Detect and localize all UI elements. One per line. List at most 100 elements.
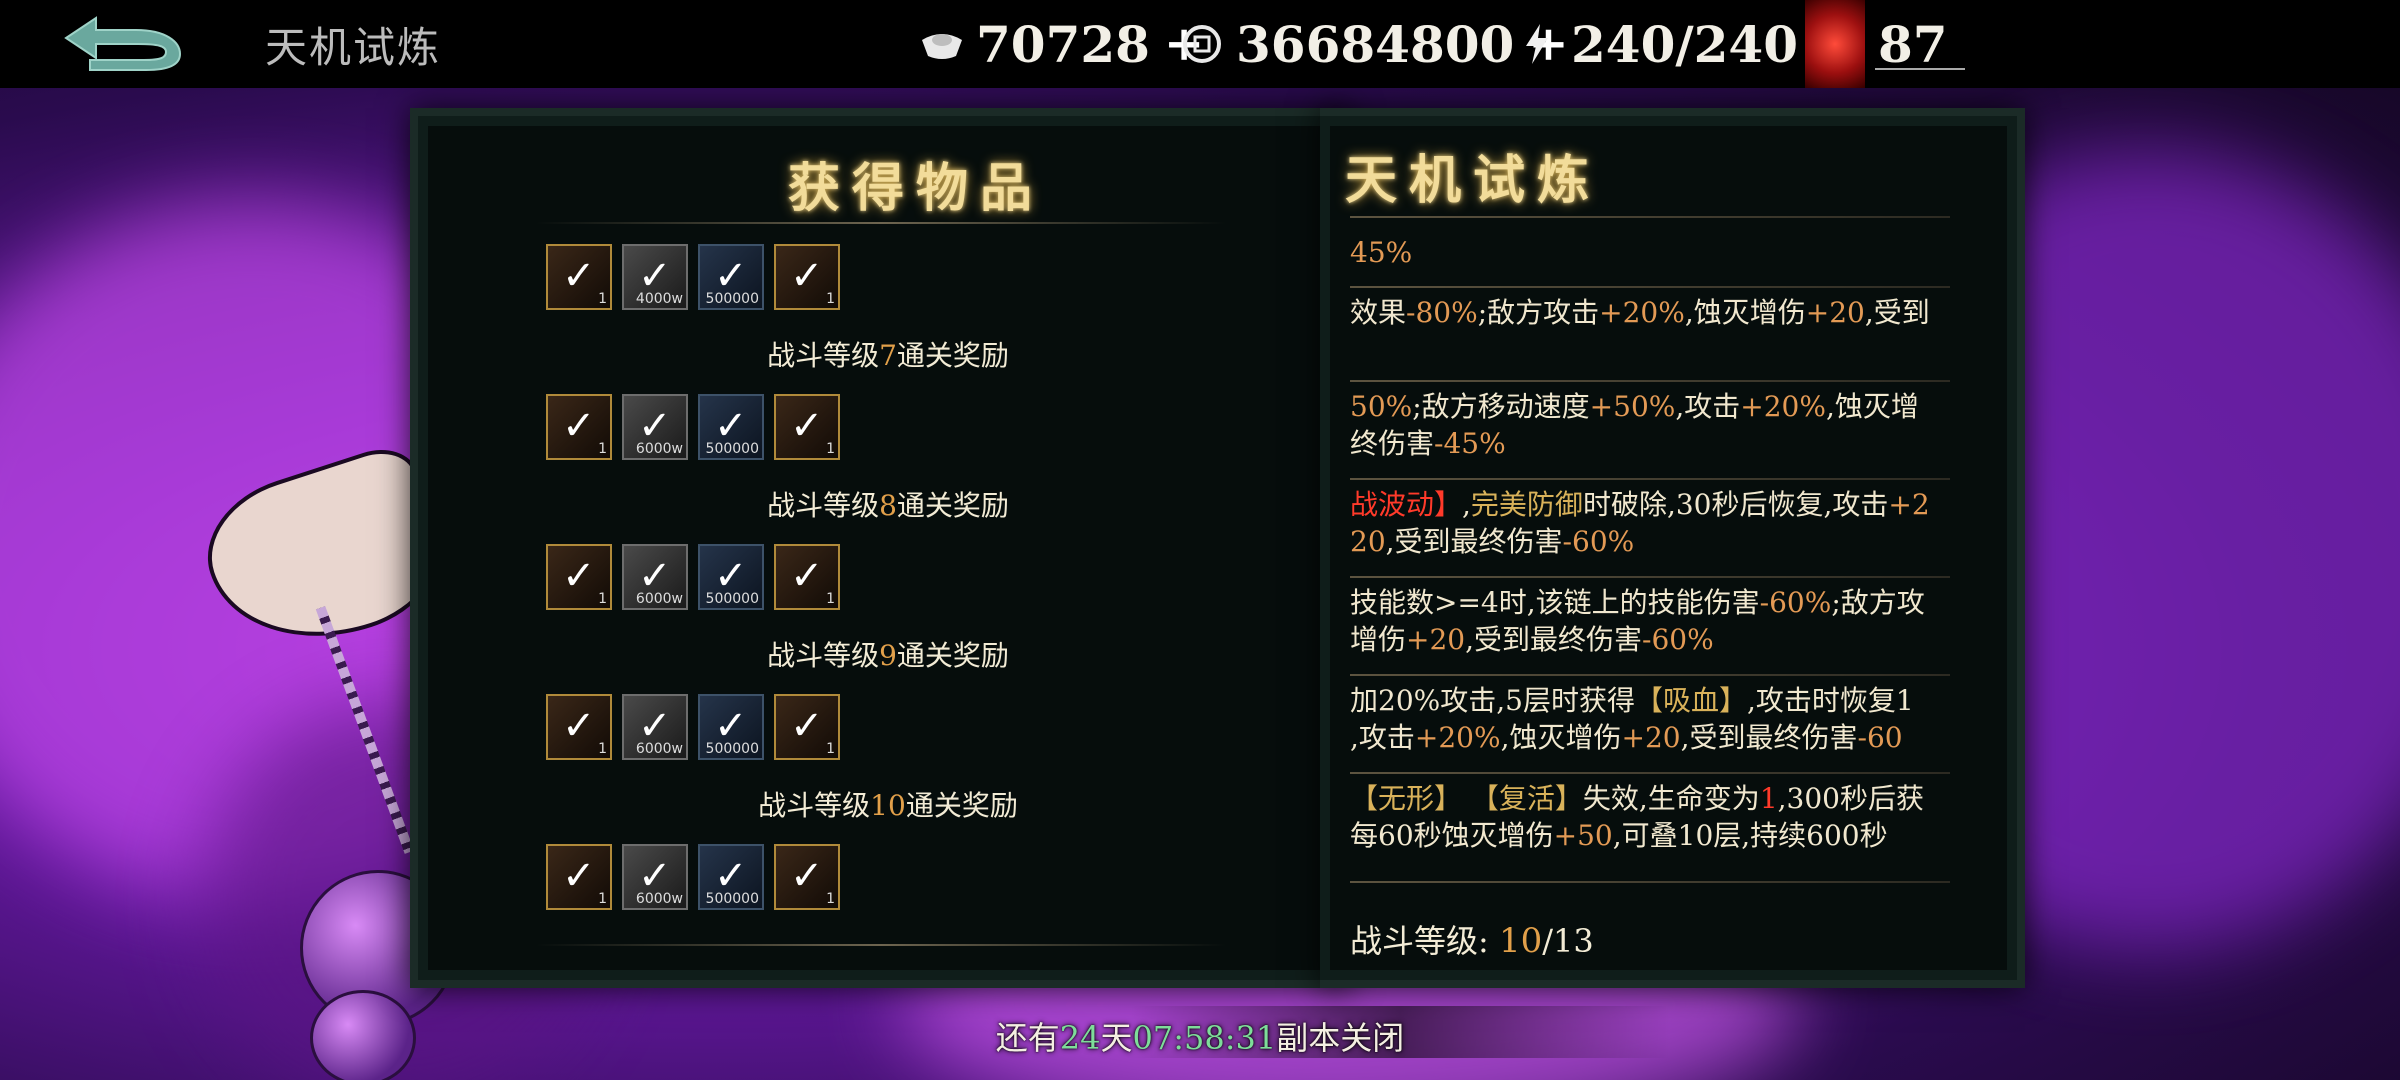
reward-item[interactable]: ✓ 1 <box>546 244 612 310</box>
effect-text: -45% <box>1434 427 1506 460</box>
countdown-pre: 还有 <box>995 1019 1060 1057</box>
effect-text: -60% <box>1642 623 1714 656</box>
trial-effect: 加20%攻击,5层时获得【吸血】,攻击时恢复1 ,攻击+20%,蚀灭增伤+20,受… <box>1350 682 1950 756</box>
reward-item[interactable]: ✓ 6000w <box>622 544 688 610</box>
item-qty: 500000 <box>705 441 759 457</box>
effect-text: 战波动】 <box>1350 488 1463 521</box>
check-icon: ✓ <box>562 553 596 599</box>
effect-text: ;敌方攻 <box>1831 586 1925 619</box>
reward-tier-label: 战斗等级10通关奖励 <box>418 784 1358 824</box>
trial-panel: 天机试炼 45% 效果-80%;敌方攻击+20%,蚀灭增伤+20,受到 50%;敌方… <box>1320 108 2025 988</box>
check-icon: ✓ <box>790 553 824 599</box>
item-qty: 6000w <box>635 891 683 907</box>
effect-text: +20 <box>1406 623 1466 656</box>
reward-item[interactable]: ✓ 6000w <box>622 694 688 760</box>
reward-item[interactable]: ✓ 1 <box>546 844 612 910</box>
label-text: 战斗等级 <box>767 489 880 522</box>
reward-item-row: ✓ 1 ✓ 6000w ✓ 500000 ✓ 1 <box>546 694 840 760</box>
reward-item[interactable]: ✓ 4000w <box>622 244 688 310</box>
battle-level: 战斗等级: 10/13 <box>1350 916 1594 962</box>
label-text: 通关奖励 <box>905 789 1018 822</box>
reward-item-row: ✓ 1 ✓ 6000w ✓ 500000 ✓ 1 <box>546 544 840 610</box>
item-qty: 500000 <box>705 291 759 307</box>
reward-item[interactable]: ✓ 500000 <box>698 694 764 760</box>
reward-item[interactable]: ✓ 500000 <box>698 244 764 310</box>
reward-item-row: ✓ 1 ✓ 6000w ✓ 500000 ✓ 1 <box>546 844 840 910</box>
countdown-post: 副本关闭 <box>1276 1019 1405 1057</box>
tier-level: 8 <box>879 489 897 522</box>
check-icon: ✓ <box>638 253 672 299</box>
effect-text: 【无形】 【复活】 <box>1350 782 1583 815</box>
effect-text: +20 <box>1805 296 1865 329</box>
check-icon: ✓ <box>790 853 824 899</box>
effect-text: +20% <box>1414 721 1501 754</box>
item-qty: 6000w <box>635 441 683 457</box>
effect-text: 失效,生命变为 <box>1582 782 1760 815</box>
trial-effect: 50%;敌方移动速度+50%,攻击+20%,蚀灭增 终伤害-45% <box>1350 388 1950 462</box>
check-icon: ✓ <box>638 853 672 899</box>
reward-item[interactable]: ✓ 500000 <box>698 544 764 610</box>
reward-item[interactable]: ✓ 1 <box>774 844 840 910</box>
lightning-icon <box>1515 22 1559 66</box>
check-icon: ✓ <box>714 853 748 899</box>
check-icon: ✓ <box>790 703 824 749</box>
countdown-time: 07:58:31 <box>1132 1019 1277 1057</box>
effect-text: ,受到 <box>1864 296 1930 329</box>
effect-text: -60% <box>1759 586 1832 619</box>
reward-item[interactable]: ✓ 1 <box>774 544 840 610</box>
check-icon: ✓ <box>714 553 748 599</box>
reward-item[interactable]: ✓ 6000w <box>622 394 688 460</box>
item-qty: 6000w <box>635 741 683 757</box>
label-text: 通关奖励 <box>896 489 1009 522</box>
coin-icon <box>1180 22 1224 66</box>
tier-level: 9 <box>879 639 897 672</box>
check-icon: ✓ <box>714 253 748 299</box>
mask-currency: 87 <box>1800 15 1965 74</box>
label-text: 通关奖励 <box>896 639 1009 672</box>
item-qty: 4000w <box>635 291 683 307</box>
effect-text: 效果 <box>1350 296 1407 329</box>
item-qty: 1 <box>598 591 607 607</box>
label-text: 战斗等级 <box>767 639 880 672</box>
effect-text: ,蚀灭增伤 <box>1500 721 1622 754</box>
check-icon: ✓ <box>790 403 824 449</box>
reward-item[interactable]: ✓ 1 <box>774 244 840 310</box>
effect-text: +50 <box>1553 819 1613 852</box>
reward-item[interactable]: ✓ 500000 <box>698 844 764 910</box>
item-qty: 1 <box>598 291 607 307</box>
effect-text: 45% <box>1350 236 1413 269</box>
check-icon: ✓ <box>638 553 672 599</box>
check-icon: ✓ <box>562 853 596 899</box>
back-arrow-icon <box>64 16 182 71</box>
effect-text: +20 <box>1621 721 1681 754</box>
effect-text: ,攻击 <box>1350 721 1415 754</box>
effect-text: ,可叠10层,持续600秒 <box>1612 819 1888 852</box>
effect-text: ,蚀灭增 <box>1825 390 1919 423</box>
dungeon-countdown: 还有24天07:58:31副本关闭 <box>0 1013 2400 1059</box>
reward-item[interactable]: ✓ 1 <box>546 694 612 760</box>
check-icon: ✓ <box>562 403 596 449</box>
reward-item[interactable]: ✓ 6000w <box>622 844 688 910</box>
effect-text: ,蚀灭增伤 <box>1684 296 1806 329</box>
reward-item[interactable]: ✓ 500000 <box>698 394 764 460</box>
reward-item[interactable]: ✓ 1 <box>774 394 840 460</box>
battle-level-sep: / <box>1542 922 1554 960</box>
rewards-panel: 获得物品 ✓ 1 ✓ 4000w ✓ 500000 ✓ 1 战斗等级7通关奖励 ✓ 1 ✓… <box>410 108 1350 988</box>
item-qty: 1 <box>826 441 835 457</box>
reward-item[interactable]: ✓ 1 <box>774 694 840 760</box>
effect-text: 50% <box>1350 390 1413 423</box>
trial-effect: 45% <box>1350 234 1950 271</box>
reward-item-row: ✓ 1 ✓ 6000w ✓ 500000 ✓ 1 <box>546 394 840 460</box>
page-title: 天机试炼 <box>265 23 442 72</box>
back-button[interactable] <box>56 12 188 76</box>
battle-level-max: 13 <box>1553 922 1594 960</box>
trial-title: 天机试炼 <box>1345 150 1602 211</box>
effect-text: 增伤 <box>1350 623 1407 656</box>
effect-text: 20 <box>1350 525 1386 558</box>
reward-item[interactable]: ✓ 1 <box>546 394 612 460</box>
item-qty: 1 <box>826 891 835 907</box>
reward-item[interactable]: ✓ 1 <box>546 544 612 610</box>
trial-effect: 战波动】,完美防御时破除,30秒后恢复,攻击+2 20,受到最终伤害-60% <box>1350 486 1950 560</box>
effect-text: 1 <box>1759 782 1778 815</box>
check-icon: ✓ <box>562 253 596 299</box>
